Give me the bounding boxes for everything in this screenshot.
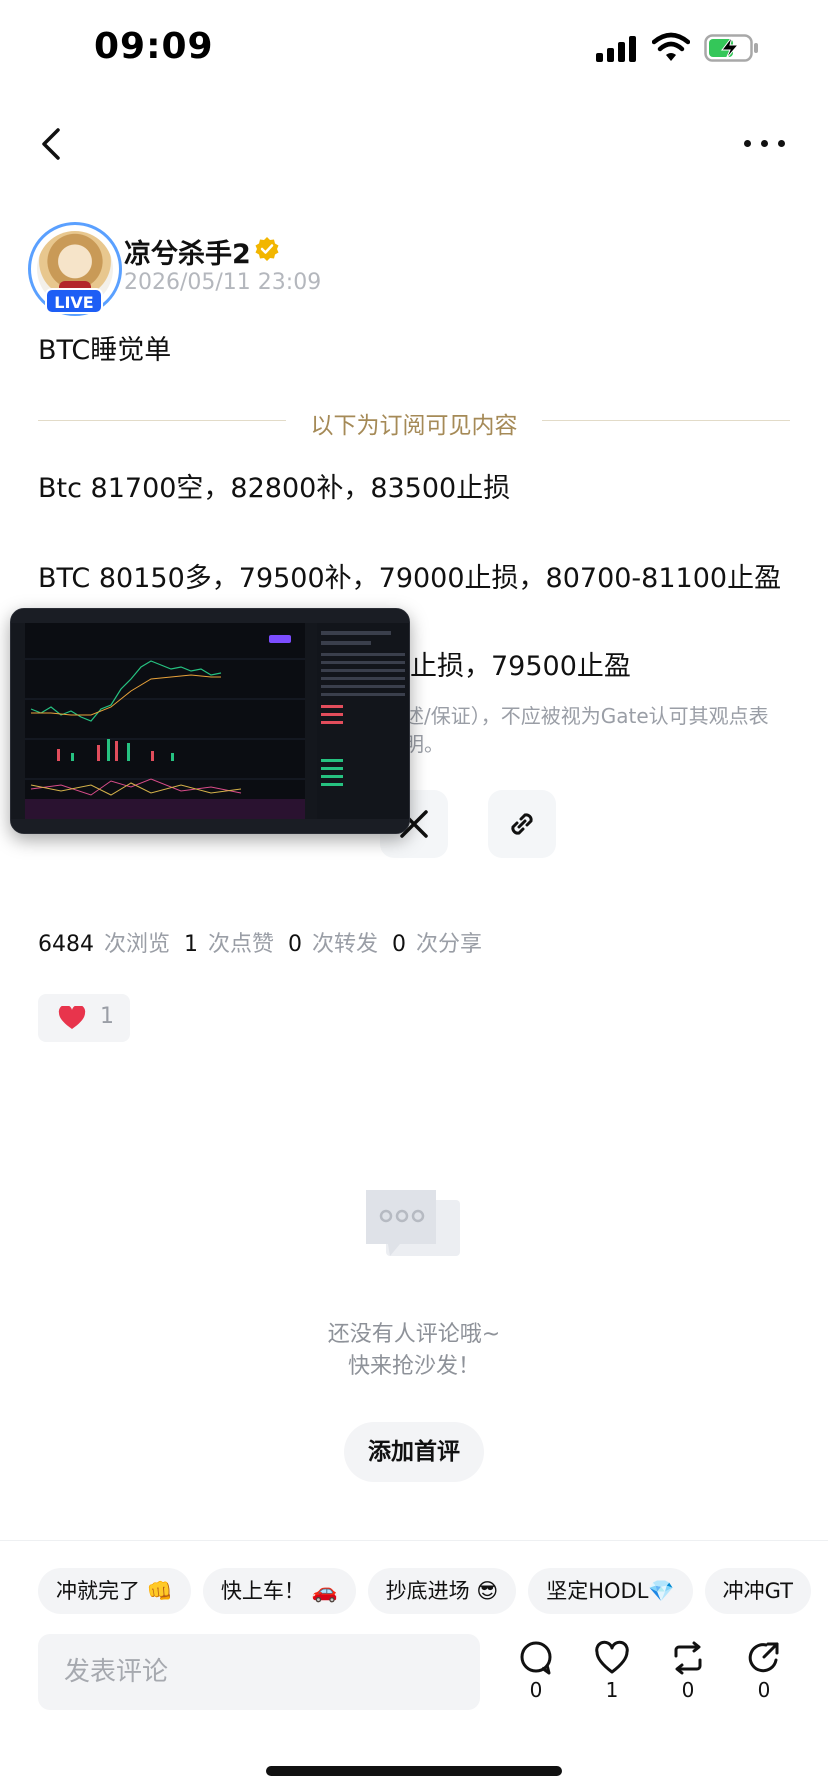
quick-reply-chip[interactable]: 快上车！ 🚗: [202, 1568, 356, 1614]
repost-action[interactable]: 0: [660, 1640, 716, 1710]
repost-icon: [674, 1641, 702, 1675]
like-chip-count: 1: [100, 1004, 114, 1029]
empty-state-line1: 还没有人评论哦~: [327, 1322, 501, 1347]
live-badge: LIVE: [45, 288, 103, 314]
reposts-count: 0: [288, 932, 303, 957]
bottom-divider: [0, 1540, 828, 1541]
like-icon: [595, 1640, 629, 1674]
shares-count: 0: [392, 932, 407, 957]
status-time: 09:09: [94, 26, 214, 67]
post-stats: 6484 次浏览 1 次点赞 0 次转发 0 次分享: [38, 926, 496, 958]
quick-reply-chip[interactable]: 坚定HODL💎: [528, 1568, 693, 1614]
disclaimer-line: 述/保证），不应被视为Gate认可其观点表: [404, 704, 769, 728]
reposts-label: 次转发: [312, 932, 379, 957]
share-icon: [748, 1642, 779, 1673]
divider-right: [542, 420, 790, 421]
post-line: BTC 80150多，79500补，79000止损，80700-81100止盈: [38, 563, 782, 594]
subscription-divider-label: 以下为订阅可见内容: [310, 413, 518, 439]
wifi-icon: [652, 32, 690, 61]
views-label: 次浏览: [104, 932, 171, 957]
quick-reply-chip[interactable]: 抄底进场 😎: [367, 1568, 517, 1614]
back-arrow-icon[interactable]: [36, 124, 66, 164]
cellular-signal-icon: [596, 36, 638, 62]
home-indicator: [266, 1766, 562, 1776]
like-reaction-chip[interactable]: 1: [38, 994, 130, 1042]
battery-icon: [704, 34, 758, 62]
like-count: 1: [605, 1678, 619, 1702]
post-title: BTC睡觉单: [38, 335, 172, 366]
likes-label: 次点赞: [208, 932, 275, 957]
post-timestamp: 2026/05/11 23:09: [124, 270, 322, 295]
author-name[interactable]: 凉兮杀手2: [124, 232, 251, 271]
disclaimer-line: 明。: [404, 732, 444, 756]
verified-badge-icon: [255, 237, 279, 261]
empty-state-line2: 快来抢沙发！: [347, 1354, 480, 1379]
add-first-comment-button[interactable]: 添加首评: [344, 1422, 484, 1482]
likes-count: 1: [184, 932, 199, 957]
empty-comments-icon: [366, 1190, 460, 1256]
trading-chart-image: [11, 609, 409, 833]
copy-link-button[interactable]: [488, 790, 556, 858]
comment-icon: [520, 1641, 552, 1675]
views-count: 6484: [38, 932, 94, 957]
quick-reply-chip[interactable]: 冲就完了 👊: [38, 1568, 191, 1614]
post-line: 止损，79500止盈: [410, 651, 631, 682]
share-action[interactable]: 0: [736, 1640, 792, 1710]
repost-count: 0: [681, 1678, 695, 1702]
divider-left: [38, 420, 286, 421]
heart-icon: [58, 1006, 86, 1029]
quick-reply-chip[interactable]: 冲冲GT: [704, 1568, 811, 1614]
chart-screenshot-overlay[interactable]: [10, 608, 410, 834]
comment-input[interactable]: 发表评论: [38, 1634, 480, 1710]
comment-action[interactable]: 0: [508, 1640, 564, 1710]
like-action[interactable]: 1: [584, 1640, 640, 1710]
more-icon[interactable]: [744, 140, 786, 150]
link-icon: [511, 813, 533, 835]
shares-label: 次分享: [416, 932, 483, 957]
post-line: Btc 81700空，82800补，83500止损: [38, 473, 511, 504]
quick-reply-row: 冲就完了 👊 快上车！ 🚗 抄底进场 😎 坚定HODL💎 冲冲GT: [38, 1568, 823, 1614]
share-count: 0: [757, 1678, 771, 1702]
comment-count: 0: [529, 1678, 543, 1702]
